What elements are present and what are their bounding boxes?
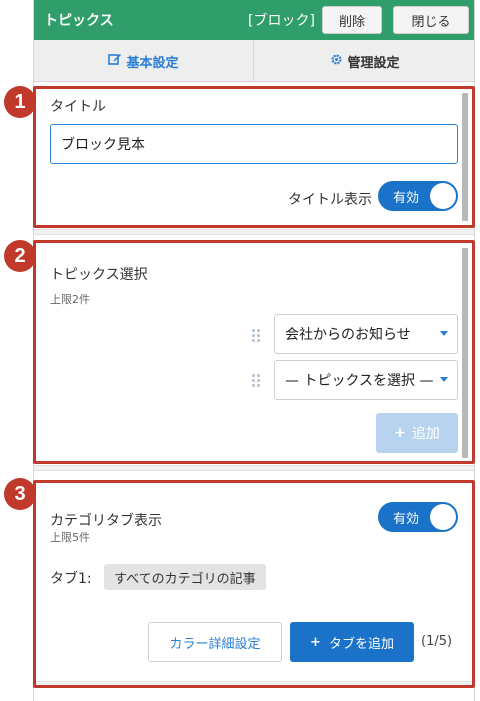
- annotation-frame-2: [33, 240, 475, 464]
- tab-manage-settings[interactable]: 管理設定: [255, 40, 475, 82]
- tab-basic-label: 基本設定: [126, 55, 179, 71]
- annotation-badge-3: 3: [4, 478, 36, 510]
- panel-title: トピックス: [44, 13, 114, 29]
- annotation-badge-1: 1: [4, 86, 36, 118]
- gear-icon: [330, 53, 343, 70]
- settings-tabs: 基本設定 管理設定: [34, 40, 474, 82]
- panel-header: トピックス [ブロック] 削除 閉じる: [34, 0, 474, 40]
- close-button[interactable]: 閉じる: [393, 6, 469, 34]
- tab-basic-settings[interactable]: 基本設定: [34, 40, 254, 82]
- section-divider: [34, 465, 474, 471]
- tab-manage-label: 管理設定: [347, 55, 400, 71]
- block-type-label: [ブロック]: [248, 13, 315, 29]
- annotation-frame-3: [33, 480, 475, 688]
- annotation-badge-2: 2: [4, 240, 36, 272]
- delete-button[interactable]: 削除: [322, 6, 382, 34]
- annotation-frame-1: [33, 86, 475, 228]
- edit-icon: [108, 52, 122, 70]
- section-divider: [34, 229, 474, 235]
